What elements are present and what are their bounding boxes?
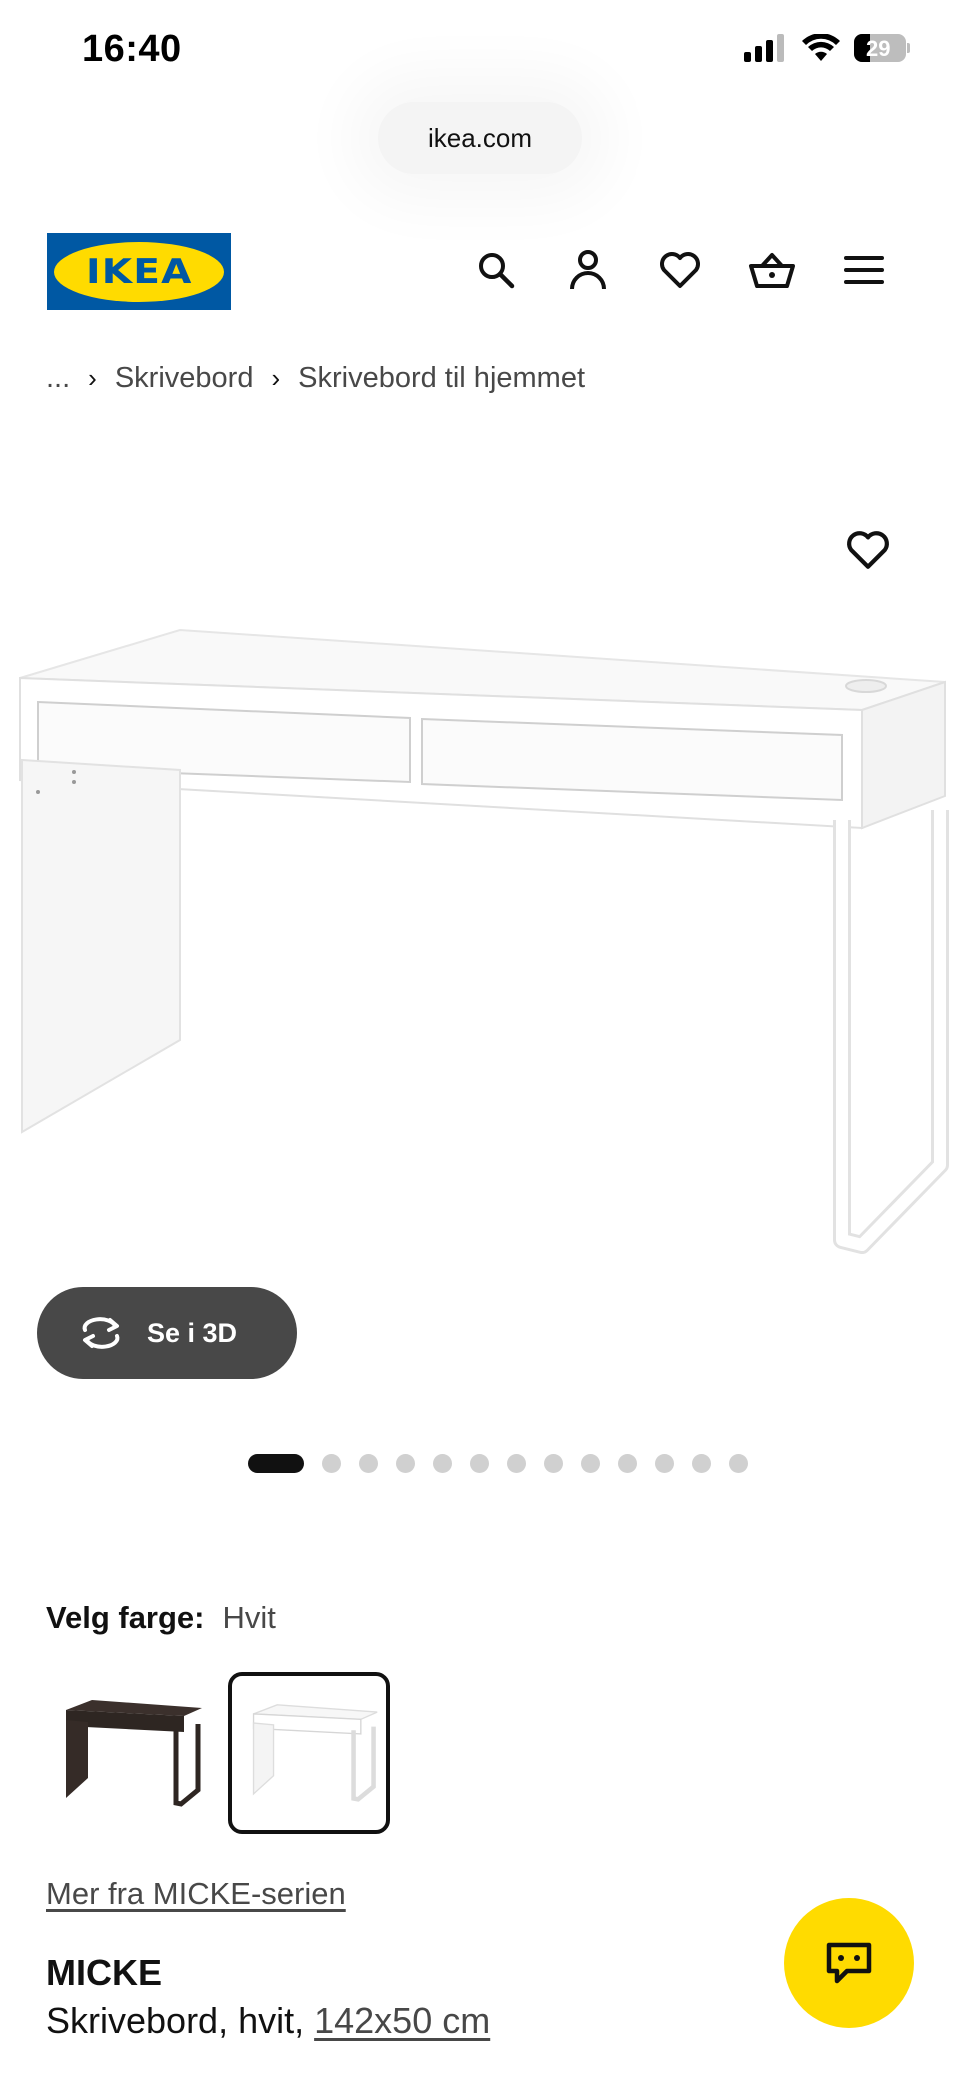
menu-icon xyxy=(844,256,884,284)
site-header: IKEA xyxy=(0,230,960,310)
add-to-favorites-button[interactable] xyxy=(838,520,898,580)
chat-icon xyxy=(826,1942,872,1984)
cart-icon xyxy=(749,253,795,288)
url-bar[interactable]: ikea.com xyxy=(378,102,582,174)
pager-dot[interactable] xyxy=(655,1454,674,1473)
chevron-right-icon: › xyxy=(271,363,281,393)
account-icon xyxy=(570,250,606,290)
color-swatch-black-brown[interactable] xyxy=(46,1672,208,1834)
pager-dot[interactable] xyxy=(359,1454,378,1473)
image-pager xyxy=(248,1454,748,1473)
search-icon xyxy=(479,253,515,289)
pager-dot-active[interactable] xyxy=(248,1454,304,1473)
pager-dot[interactable] xyxy=(470,1454,489,1473)
favorites-icon xyxy=(660,252,700,288)
battery-icon: 29 xyxy=(854,34,910,62)
product-description-text: Skrivebord, hvit, xyxy=(46,2000,315,2041)
breadcrumb-ellipsis[interactable]: ... xyxy=(46,362,70,395)
product-name: MICKE xyxy=(46,1952,162,1993)
rotate-3d-icon xyxy=(82,1317,120,1349)
status-icons: 29 xyxy=(744,34,910,62)
pager-dot[interactable] xyxy=(507,1454,526,1473)
menu-button[interactable] xyxy=(834,240,894,300)
pager-dot[interactable] xyxy=(581,1454,600,1473)
pager-dot[interactable] xyxy=(322,1454,341,1473)
signal-icon xyxy=(744,34,784,62)
cart-button[interactable] xyxy=(742,240,802,300)
logo-oval: IKEA xyxy=(54,241,224,302)
pager-dot[interactable] xyxy=(433,1454,452,1473)
battery-level: 29 xyxy=(866,36,891,61)
logo-text: IKEA xyxy=(85,251,193,292)
view-in-3d-label: Se i 3D xyxy=(147,1317,238,1348)
chat-button[interactable] xyxy=(784,1898,914,2028)
product-image[interactable] xyxy=(0,620,960,1260)
search-button[interactable] xyxy=(466,240,526,300)
favorites-button[interactable] xyxy=(650,240,710,300)
product-description: Skrivebord, hvit, 142x50 cm xyxy=(46,2000,490,2042)
color-picker-value: Hvit xyxy=(222,1600,276,1635)
heart-icon xyxy=(847,531,889,569)
color-swatch-white[interactable] xyxy=(228,1672,390,1834)
chevron-right-icon: › xyxy=(88,363,97,393)
breadcrumb-item-current[interactable]: Skrivebord til hjemmet xyxy=(298,362,585,395)
series-link[interactable]: Mer fra MICKE-serien xyxy=(46,1876,346,1912)
pager-dot[interactable] xyxy=(729,1454,748,1473)
breadcrumb-item-skrivebord[interactable]: Skrivebord xyxy=(115,362,254,395)
status-time: 16:40 xyxy=(82,28,182,70)
wifi-icon xyxy=(802,34,840,61)
color-picker-label: Velg farge: xyxy=(46,1600,205,1635)
status-bar: 16:40 29 xyxy=(0,0,960,100)
breadcrumb: ... › Skrivebord › Skrivebord til hjemme… xyxy=(46,362,585,395)
desk-thumbnail-dark xyxy=(66,1700,202,1807)
pager-dot[interactable] xyxy=(396,1454,415,1473)
desk-illustration xyxy=(19,628,949,1254)
account-button[interactable] xyxy=(558,240,618,300)
product-size-link[interactable]: 142x50 cm xyxy=(314,2000,490,2041)
pager-dot[interactable] xyxy=(692,1454,711,1473)
pager-dot[interactable] xyxy=(618,1454,637,1473)
pager-dot[interactable] xyxy=(544,1454,563,1473)
ikea-logo[interactable]: IKEA xyxy=(47,233,231,310)
view-in-3d-button[interactable]: Se i 3D xyxy=(37,1287,297,1379)
color-picker-header: Velg farge: Hvit xyxy=(46,1600,276,1636)
desk-thumbnail-white xyxy=(252,1704,378,1802)
